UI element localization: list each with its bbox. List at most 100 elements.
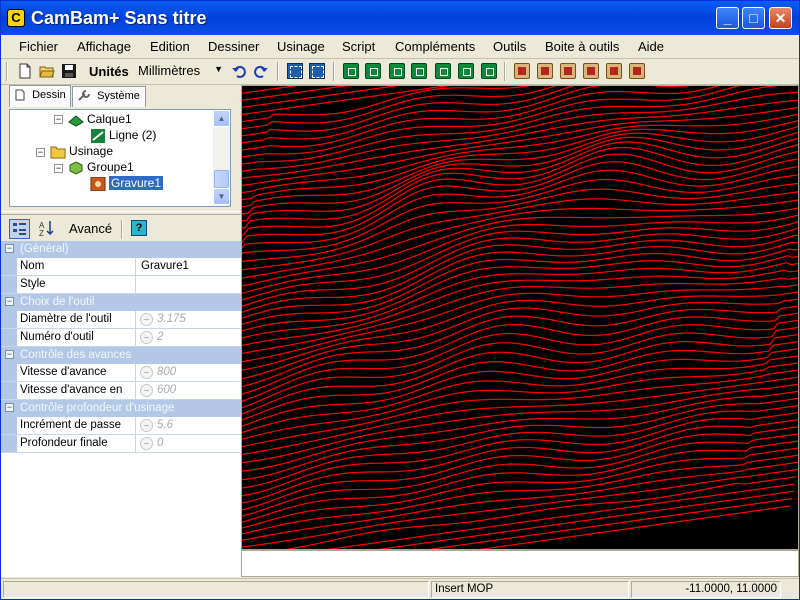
3d-profile-icon[interactable] <box>481 63 497 79</box>
inherited-value-icon[interactable] <box>140 331 153 344</box>
property-name: Vitesse d'avance <box>17 364 136 381</box>
svg-text:Z: Z <box>39 229 44 237</box>
property-value-diametre[interactable]: 3.175 <box>137 311 241 328</box>
property-value-vitesse[interactable]: 800 <box>137 364 241 381</box>
category-label: Contrôle des avances <box>20 349 132 361</box>
advanced-toggle[interactable]: Avancé <box>69 221 112 236</box>
collapse-icon[interactable]: − <box>5 350 14 359</box>
menu-dessiner[interactable]: Dessiner <box>208 39 259 54</box>
property-row-numero[interactable]: Numéro d'outil 2 <box>1 329 241 347</box>
property-row-diametre[interactable]: Diamètre de l'outil 3.175 <box>1 311 241 329</box>
drawing-viewport[interactable] <box>241 85 799 550</box>
property-row-increment[interactable]: Incrément de passe 5.6 <box>1 417 241 435</box>
snap-point-icon[interactable] <box>287 63 303 79</box>
inherited-value-icon[interactable] <box>140 313 153 326</box>
property-row-nom[interactable]: Nom Gravure1 <box>1 258 241 276</box>
undo-icon[interactable] <box>231 63 247 79</box>
inherited-value-icon[interactable] <box>140 366 153 379</box>
close-button[interactable]: ✕ <box>769 7 792 29</box>
property-row-profondeur[interactable]: Profondeur finale 0 <box>1 435 241 453</box>
tree-item-calque[interactable]: Calque1 <box>68 112 132 127</box>
category-outil[interactable]: − Choix de l'outil <box>1 294 241 311</box>
collapse-icon[interactable]: − <box>5 403 14 412</box>
save-icon[interactable] <box>61 63 77 79</box>
categorized-view-button[interactable] <box>9 219 30 239</box>
minimize-button[interactable]: _ <box>716 7 739 29</box>
drawing-tree[interactable]: − Calque1 Ligne (2) − Usinage − Groupe1 … <box>9 109 231 207</box>
inherited-value-icon[interactable] <box>140 419 153 432</box>
tree-item-groupe[interactable]: Groupe1 <box>68 160 134 175</box>
menu-complements[interactable]: Compléments <box>395 39 475 54</box>
help-button[interactable]: ? <box>131 220 147 236</box>
menu-boite-a-outils[interactable]: Boite à outils <box>545 39 619 54</box>
scroll-thumb[interactable] <box>214 170 229 188</box>
mop-style-icon[interactable] <box>514 63 530 79</box>
post-processor-icon[interactable] <box>606 63 622 79</box>
property-row-style[interactable]: Style <box>1 276 241 294</box>
tree-item-ligne[interactable]: Ligne (2) <box>90 128 156 143</box>
menu-affichage[interactable]: Affichage <box>77 39 131 54</box>
category-profondeur[interactable]: − Contrôle profondeur d'usinage <box>1 400 241 417</box>
alphabetical-view-button[interactable]: AZ <box>37 219 58 239</box>
maximize-button[interactable]: □ <box>742 7 765 29</box>
redo-icon[interactable] <box>253 63 269 79</box>
pocket-icon[interactable] <box>365 63 381 79</box>
property-value-nom[interactable]: Gravure1 <box>137 258 241 275</box>
property-value-style[interactable] <box>137 276 241 293</box>
title-bar[interactable]: C CamBam+ Sans titre _ □ ✕ <box>1 1 799 35</box>
engrave-icon[interactable] <box>411 63 427 79</box>
category-general[interactable]: − (Général) <box>1 241 241 258</box>
row-gutter <box>1 364 17 381</box>
command-area[interactable] <box>241 550 799 577</box>
panel-splitter[interactable] <box>1 211 241 215</box>
folder-icon <box>50 146 66 159</box>
property-value-profondeur[interactable]: 0 <box>137 435 241 452</box>
property-value-vitesse-en[interactable]: 600 <box>137 382 241 399</box>
settings-icon[interactable] <box>537 63 553 79</box>
menu-script[interactable]: Script <box>342 39 375 54</box>
property-value-increment[interactable]: 5.6 <box>137 417 241 434</box>
collapse-icon[interactable]: − <box>54 164 63 173</box>
toolbar-grip <box>6 62 8 81</box>
toolpath-line <box>242 86 778 165</box>
menu-usinage[interactable]: Usinage <box>277 39 325 54</box>
scroll-up-icon[interactable]: ▲ <box>213 110 230 127</box>
category-avances[interactable]: − Contrôle des avances <box>1 347 241 364</box>
collapse-icon[interactable]: − <box>36 148 45 157</box>
inherited-value-icon[interactable] <box>140 384 153 397</box>
tree-label-ligne: Ligne (2) <box>109 128 157 142</box>
inherited-value-icon[interactable] <box>140 437 153 450</box>
property-row-vitesse[interactable]: Vitesse d'avance 800 <box>1 364 241 382</box>
property-value-numero[interactable]: 2 <box>137 329 241 346</box>
collapse-icon[interactable]: − <box>54 115 63 124</box>
property-row-vitesse-en[interactable]: Vitesse d'avance en 600 <box>1 382 241 400</box>
new-file-icon[interactable] <box>17 63 33 79</box>
text-icon[interactable] <box>435 63 451 79</box>
grid-icon[interactable] <box>309 63 325 79</box>
tab-dessin[interactable]: Dessin <box>9 85 71 107</box>
lathe-icon[interactable] <box>458 63 474 79</box>
tree-item-gravure[interactable]: Gravure1 <box>90 176 164 191</box>
units-dropdown[interactable]: Millimètres ▼ <box>135 62 225 81</box>
tree-item-usinage[interactable]: Usinage <box>50 144 113 159</box>
profile-icon[interactable] <box>343 63 359 79</box>
menu-outils[interactable]: Outils <box>493 39 526 54</box>
collapse-icon[interactable]: − <box>5 297 14 306</box>
property-grid: − (Général) Nom Gravure1 Style − Choix d… <box>1 241 241 577</box>
property-toolbar: AZ Avancé ? <box>1 217 241 241</box>
status-coordinates: -11.0000, 11.0000 <box>631 581 781 598</box>
menu-aide[interactable]: Aide <box>638 39 664 54</box>
drill-icon[interactable] <box>389 63 405 79</box>
menu-fichier[interactable]: Fichier <box>19 39 58 54</box>
gcode-icon[interactable] <box>629 63 645 79</box>
open-folder-icon[interactable] <box>39 63 55 79</box>
toolpath-canvas[interactable] <box>242 86 799 550</box>
menu-edition[interactable]: Edition <box>150 39 190 54</box>
tab-systeme[interactable]: Système <box>72 86 146 107</box>
row-gutter <box>1 417 17 434</box>
tree-scrollbar[interactable]: ▲ ▼ <box>213 110 230 206</box>
collapse-icon[interactable]: − <box>5 244 14 253</box>
tool-library-icon[interactable] <box>560 63 576 79</box>
material-icon[interactable] <box>583 63 599 79</box>
scroll-down-icon[interactable]: ▼ <box>213 188 230 205</box>
